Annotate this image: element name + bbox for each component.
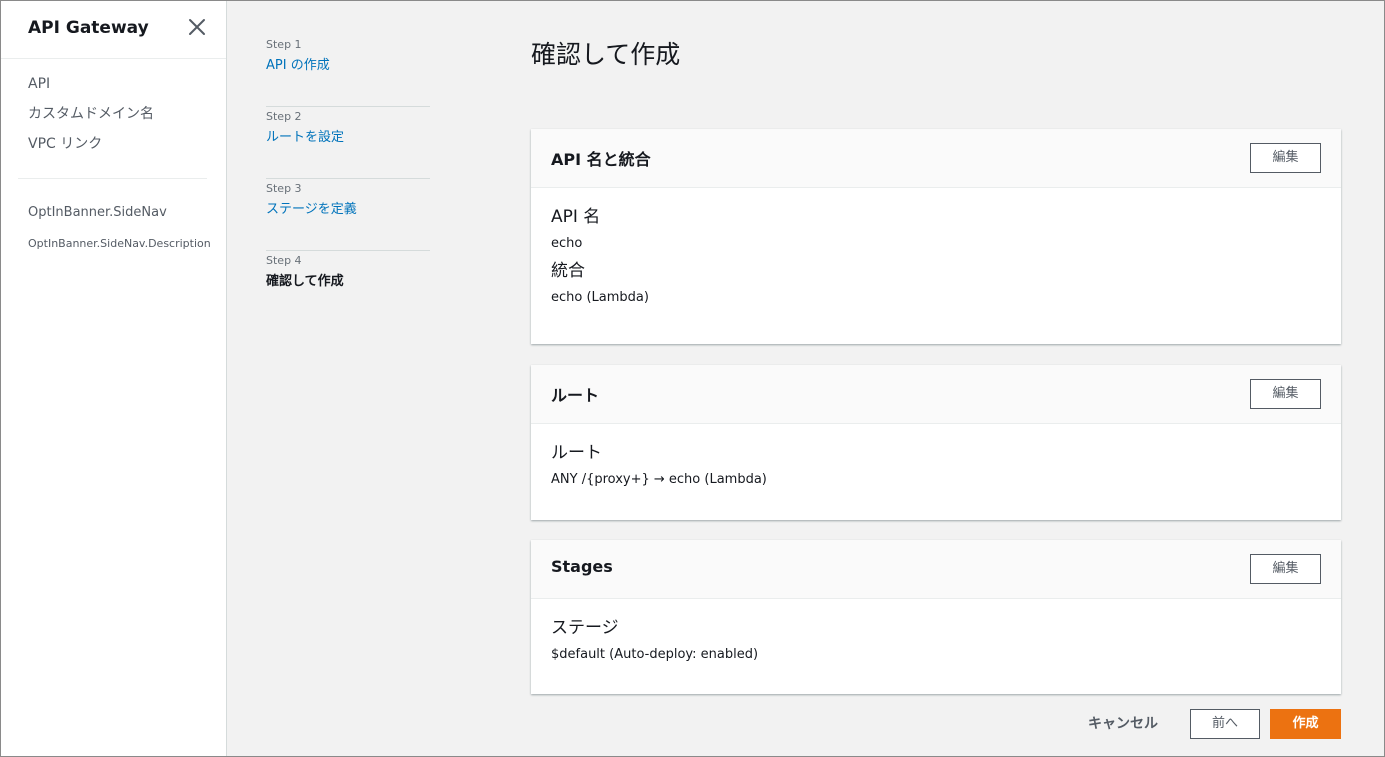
panel-api-name-integration: API 名と統合 編集 API 名 echo 統合 echo (Lambda) [531,129,1341,344]
panel-header: Stages 編集 [531,540,1341,599]
field-value-integration: echo (Lambda) [551,290,649,305]
panel-body: API 名 echo 統合 echo (Lambda) [531,188,1341,307]
wizard-step-4: Step 4 確認して作成 [266,251,430,323]
sidebar-item-api[interactable]: API [28,74,154,104]
wizard-step-2: Step 2 ルートを設定 [266,107,430,179]
side-navigation-title[interactable]: API Gateway [28,18,149,38]
step-link-configure-routes[interactable]: ルートを設定 [266,128,430,148]
optin-banner-description: OptInBanner.SideNav.Description [28,237,211,250]
panel-title: ルート [551,386,600,405]
field-value-api-name: echo [551,236,583,251]
step-current-review-create: 確認して作成 [266,274,344,289]
close-icon[interactable] [187,17,207,37]
edit-api-button[interactable]: 編集 [1250,143,1321,173]
wizard-step-3: Step 3 ステージを定義 [266,179,430,251]
side-navigation-list: API カスタムドメイン名 VPC リンク [28,74,154,164]
create-button[interactable]: 作成 [1270,709,1341,739]
step-link-define-stages[interactable]: ステージを定義 [266,200,430,220]
panel-stages: Stages 編集 ステージ $default (Auto-deploy: en… [531,540,1341,694]
page-title: 確認して作成 [531,40,681,69]
step-number: Step 1 [266,38,302,51]
edit-stages-button[interactable]: 編集 [1250,554,1321,584]
field-label-stages: ステージ [551,618,619,638]
panel-routes: ルート 編集 ルート ANY /{proxy+} → echo (Lambda) [531,365,1341,520]
sidebar-item-custom-domain-names[interactable]: カスタムドメイン名 [28,104,154,134]
side-navigation-divider [18,178,207,179]
field-value-routes: ANY /{proxy+} → echo (Lambda) [551,472,767,487]
side-navigation: API Gateway API カスタムドメイン名 VPC リンク OptInB… [1,1,227,756]
field-label-integration: 統合 [551,261,585,281]
step-link-create-api[interactable]: API の作成 [266,56,430,76]
step-number: Step 3 [266,182,302,195]
panel-title: Stages [551,557,613,576]
step-number: Step 4 [266,254,302,267]
field-label-routes: ルート [551,443,602,463]
panel-body: ルート ANY /{proxy+} → echo (Lambda) [531,424,1341,489]
previous-button[interactable]: 前へ [1190,709,1260,739]
wizard-steps: Step 1 API の作成 Step 2 ルートを設定 Step 3 ステージ… [266,35,430,323]
step-number: Step 2 [266,110,302,123]
edit-routes-button[interactable]: 編集 [1250,379,1321,409]
wizard-step-1: Step 1 API の作成 [266,35,430,107]
field-value-stages: $default (Auto-deploy: enabled) [551,647,759,662]
field-label-api-name: API 名 [551,207,601,227]
panel-header: ルート 編集 [531,365,1341,424]
panel-title: API 名と統合 [551,150,651,169]
sidebar-item-vpc-links[interactable]: VPC リンク [28,134,154,164]
side-navigation-header: API Gateway [1,1,226,59]
cancel-button[interactable]: キャンセル [1075,709,1171,739]
panel-body: ステージ $default (Auto-deploy: enabled) [531,599,1341,664]
panel-header: API 名と統合 編集 [531,129,1341,188]
optin-banner-title: OptInBanner.SideNav [28,205,167,220]
